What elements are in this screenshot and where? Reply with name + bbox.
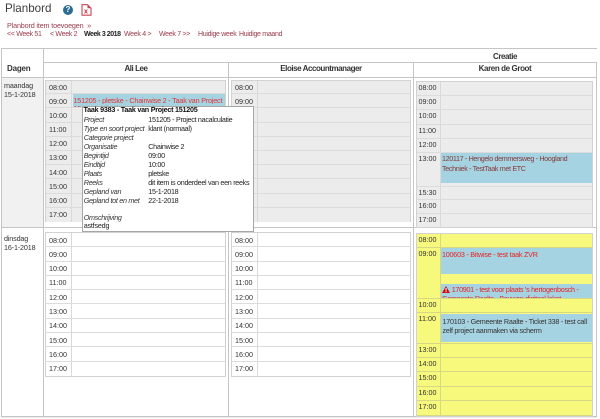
svg-text:x: x — [84, 9, 88, 16]
